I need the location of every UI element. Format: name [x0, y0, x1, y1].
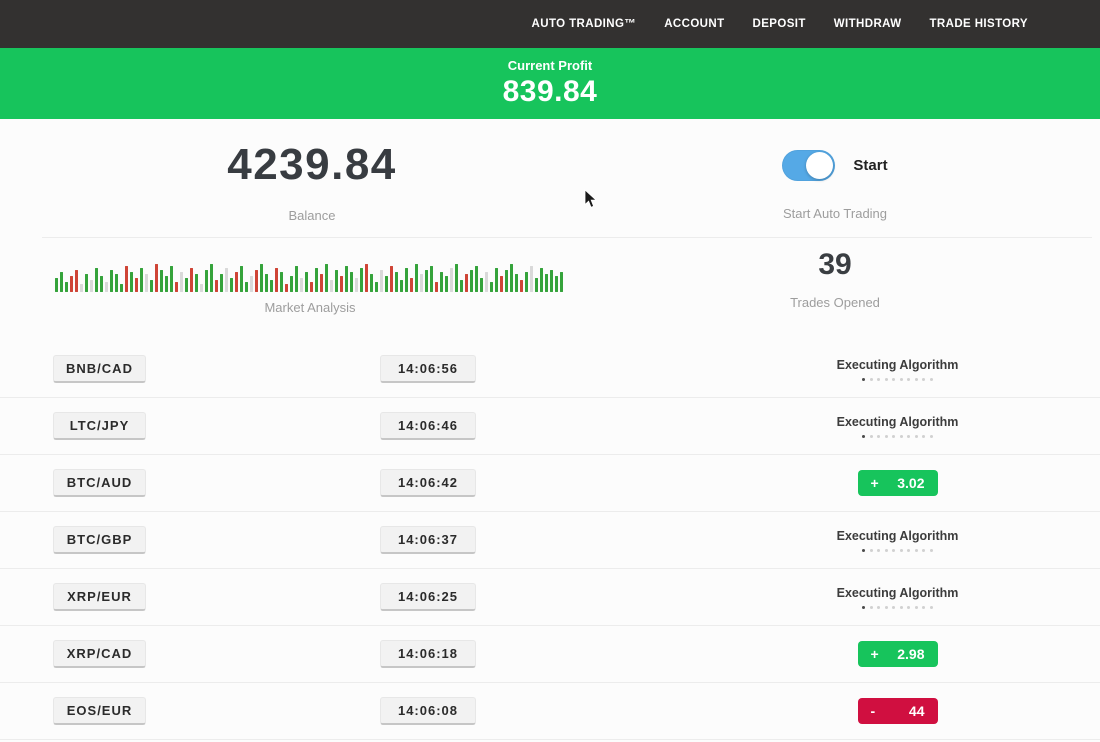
profit-badge: +3.02 — [858, 470, 938, 496]
executing-algorithm-label: Executing Algorithm — [800, 586, 995, 600]
nav-account[interactable]: ACCOUNT — [664, 18, 724, 30]
top-nav: AUTO TRADING™ ACCOUNT DEPOSIT WITHDRAW T… — [0, 0, 1100, 48]
table-row: BTC/AUD 14:06:42 +3.02 — [0, 455, 1100, 512]
toggle-knob-icon — [806, 152, 833, 179]
profit-badge: +2.98 — [858, 641, 938, 667]
pair-label: BNB/CAD — [53, 355, 146, 383]
nav-deposit[interactable]: DEPOSIT — [753, 18, 806, 30]
current-profit-value: 839.84 — [0, 75, 1100, 109]
balance-value: 4239.84 — [160, 140, 464, 190]
trades-opened-block: 39 Trades Opened — [700, 248, 970, 310]
auto-trading-toggle[interactable] — [782, 150, 835, 181]
table-row: XRP/EUR 14:06:25 Executing Algorithm — [0, 569, 1100, 626]
progress-dots — [800, 549, 995, 552]
table-row: XRP/CAD 14:06:18 +2.98 — [0, 626, 1100, 683]
market-analysis-block: Market Analysis — [55, 256, 565, 315]
table-row: LTC/JPY 14:06:46 Executing Algorithm — [0, 398, 1100, 455]
loss-badge: - 44 — [858, 698, 938, 724]
divider — [42, 237, 1092, 238]
pair-label: XRP/EUR — [53, 583, 146, 611]
trade-status: Executing Algorithm — [800, 358, 995, 381]
pair-label: BTC/AUD — [53, 469, 146, 497]
trade-time: 14:06:25 — [380, 583, 476, 611]
current-profit-banner: Current Profit 839.84 — [0, 48, 1100, 119]
market-analysis-label: Market Analysis — [55, 300, 565, 315]
trade-time: 14:06:18 — [380, 640, 476, 668]
value: 3.02 — [897, 475, 924, 491]
trade-status: +2.98 — [800, 641, 995, 667]
trade-time: 14:06:46 — [380, 412, 476, 440]
trade-status: - 44 — [800, 698, 995, 724]
trade-status: +3.02 — [800, 470, 995, 496]
market-analysis-chart — [55, 256, 565, 292]
nav-trade-history[interactable]: TRADE HISTORY — [930, 18, 1029, 30]
auto-trading-label: Start Auto Trading — [700, 206, 970, 221]
sign: + — [871, 646, 879, 662]
trade-status: Executing Algorithm — [800, 529, 995, 552]
auto-trading-block: Start Start Auto Trading — [700, 148, 970, 221]
sign: - — [871, 703, 876, 719]
table-row: EOS/EUR 14:06:08 - 44 — [0, 683, 1100, 740]
trade-time: 14:06:08 — [380, 697, 476, 725]
toggle-state-label: Start — [853, 157, 887, 174]
executing-algorithm-label: Executing Algorithm — [800, 529, 995, 543]
nav-withdraw[interactable]: WITHDRAW — [834, 18, 902, 30]
executing-algorithm-label: Executing Algorithm — [800, 415, 995, 429]
executing-algorithm-label: Executing Algorithm — [800, 358, 995, 372]
table-row: BTC/GBP 14:06:37 Executing Algorithm — [0, 512, 1100, 569]
sign: + — [871, 475, 879, 491]
pair-label: BTC/GBP — [53, 526, 146, 554]
balance-block: 4239.84 Balance — [160, 140, 464, 223]
progress-dots — [800, 435, 995, 438]
pair-label: EOS/EUR — [53, 697, 146, 725]
pair-label: XRP/CAD — [53, 640, 146, 668]
trades-list: BNB/CAD14:06:56Executing AlgorithmLTC/JP… — [0, 341, 1100, 740]
trade-time: 14:06:42 — [380, 469, 476, 497]
trade-time: 14:06:56 — [380, 355, 476, 383]
table-row: BNB/CAD 14:06:56 Executing Algorithm — [0, 341, 1100, 398]
value: 44 — [909, 703, 925, 719]
value: 2.98 — [897, 646, 924, 662]
nav-auto-trading[interactable]: AUTO TRADING™ — [532, 18, 637, 30]
trade-status: Executing Algorithm — [800, 586, 995, 609]
trades-opened-label: Trades Opened — [700, 295, 970, 310]
pair-label: LTC/JPY — [53, 412, 146, 440]
trade-status: Executing Algorithm — [800, 415, 995, 438]
current-profit-label: Current Profit — [0, 58, 1100, 73]
progress-dots — [800, 378, 995, 381]
mouse-cursor-icon — [584, 189, 598, 209]
progress-dots — [800, 606, 995, 609]
trade-time: 14:06:37 — [380, 526, 476, 554]
trades-opened-value: 39 — [700, 248, 970, 282]
balance-label: Balance — [160, 208, 464, 223]
